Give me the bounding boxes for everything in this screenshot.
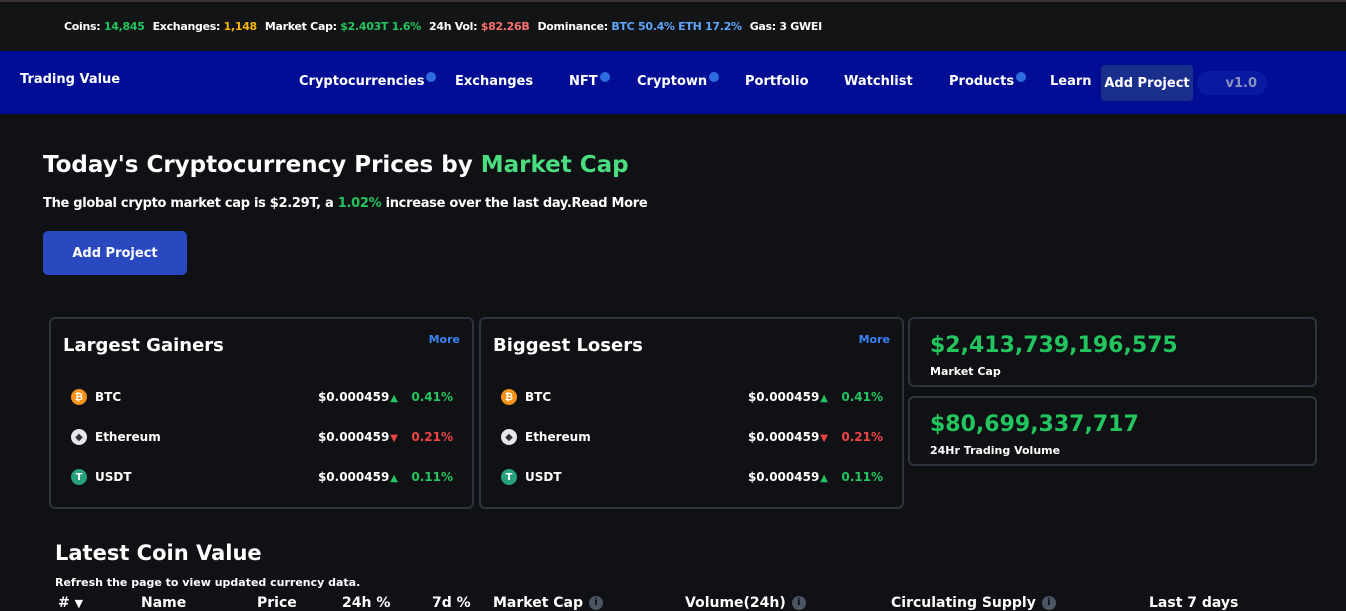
add-project-button[interactable]: Add Project — [43, 231, 187, 275]
stat-dominance: Dominance: BTC 50.4% ETH 17.2% — [537, 20, 742, 33]
largest-gainers-card: Largest Gainers More ₿ BTC $0.000459▲ 0.… — [49, 317, 474, 509]
ethereum-icon: ◆ — [71, 429, 87, 445]
section-subtitle: Refresh the page to view updated currenc… — [55, 576, 361, 589]
new-badge-icon — [709, 72, 720, 82]
card-title: Largest Gainers — [63, 335, 224, 356]
trading-volume-value: $80,699,337,717 — [930, 412, 1139, 437]
ethereum-icon: ◆ — [501, 429, 517, 445]
stat-gas: Gas: 3 GWEI — [749, 20, 822, 33]
nav-exchanges[interactable]: Exchanges — [455, 74, 533, 89]
more-link[interactable]: More — [429, 333, 460, 346]
stat-exchanges: Exchanges: 1,148 — [152, 20, 258, 33]
list-item[interactable]: ◆ Ethereum $0.000459▼ 0.21% — [501, 427, 883, 447]
nav-cryptown[interactable]: Cryptown — [637, 72, 720, 89]
market-cap-label: Market Cap — [930, 365, 1001, 378]
bitcoin-icon: ₿ — [501, 389, 517, 405]
arrow-up-icon: ▲ — [390, 393, 398, 404]
nav-add-project-button[interactable]: Add Project — [1101, 65, 1193, 101]
nav-watchlist[interactable]: Watchlist — [844, 74, 913, 89]
bitcoin-icon: ₿ — [71, 389, 87, 405]
list-item[interactable]: T USDT $0.000459▲ 0.11% — [501, 467, 883, 487]
info-icon[interactable]: i — [791, 596, 806, 610]
main-navbar: Trading Value Cryptocurrencies Exchanges… — [0, 51, 1346, 114]
new-badge-icon — [599, 72, 610, 82]
arrow-up-icon: ▲ — [820, 473, 828, 484]
info-icon[interactable]: i — [589, 596, 604, 610]
nav-nft[interactable]: NFT — [569, 72, 610, 89]
global-stats-bar: Coins: 14,845 Exchanges: 1,148 Market Ca… — [0, 2, 1346, 51]
market-summary-text: The global crypto market cap is $2.29T, … — [43, 196, 648, 211]
arrow-up-icon: ▲ — [820, 393, 828, 404]
stat-24h-volume: 24h Vol: $82.26B — [428, 20, 530, 33]
market-cap-value: $2,413,739,196,575 — [930, 333, 1178, 358]
arrow-down-icon: ▼ — [820, 433, 828, 444]
arrow-down-icon: ▼ — [390, 433, 398, 444]
version-badge: v1.0 — [1197, 71, 1267, 95]
biggest-losers-card: Biggest Losers More ₿ BTC $0.000459▲ 0.4… — [479, 317, 904, 509]
nav-products[interactable]: Products — [949, 72, 1027, 89]
nav-portfolio[interactable]: Portfolio — [745, 74, 809, 89]
more-link[interactable]: More — [859, 333, 890, 346]
tether-icon: T — [501, 469, 517, 485]
trading-volume-label: 24Hr Trading Volume — [930, 444, 1061, 457]
info-icon[interactable]: i — [1041, 596, 1056, 610]
nav-learn[interactable]: Learn — [1050, 74, 1092, 89]
tether-icon: T — [71, 469, 87, 485]
list-item[interactable]: ◆ Ethereum $0.000459▼ 0.21% — [71, 427, 453, 447]
card-title: Biggest Losers — [493, 335, 643, 356]
sort-down-icon: ▼ — [74, 597, 84, 610]
arrow-up-icon: ▲ — [390, 473, 398, 484]
new-badge-icon — [1016, 72, 1027, 82]
brand-logo-text[interactable]: Trading Value — [20, 72, 120, 87]
page-title: Today's Cryptocurrency Prices by Market … — [43, 152, 629, 178]
stat-market-cap: Market Cap: $2.403T 1.6% — [264, 20, 421, 33]
stat-coins: Coins: 14,845 — [64, 20, 145, 33]
list-item[interactable]: T USDT $0.000459▲ 0.11% — [71, 467, 453, 487]
nav-cryptocurrencies[interactable]: Cryptocurrencies — [299, 72, 437, 89]
list-item[interactable]: ₿ BTC $0.000459▲ 0.41% — [501, 387, 883, 407]
new-badge-icon — [426, 72, 437, 82]
market-cap-card: $2,413,739,196,575 Market Cap — [908, 317, 1317, 387]
trading-volume-card: $80,699,337,717 24Hr Trading Volume — [908, 396, 1317, 466]
section-title: Latest Coin Value — [55, 541, 262, 565]
list-item[interactable]: ₿ BTC $0.000459▲ 0.41% — [71, 387, 453, 407]
